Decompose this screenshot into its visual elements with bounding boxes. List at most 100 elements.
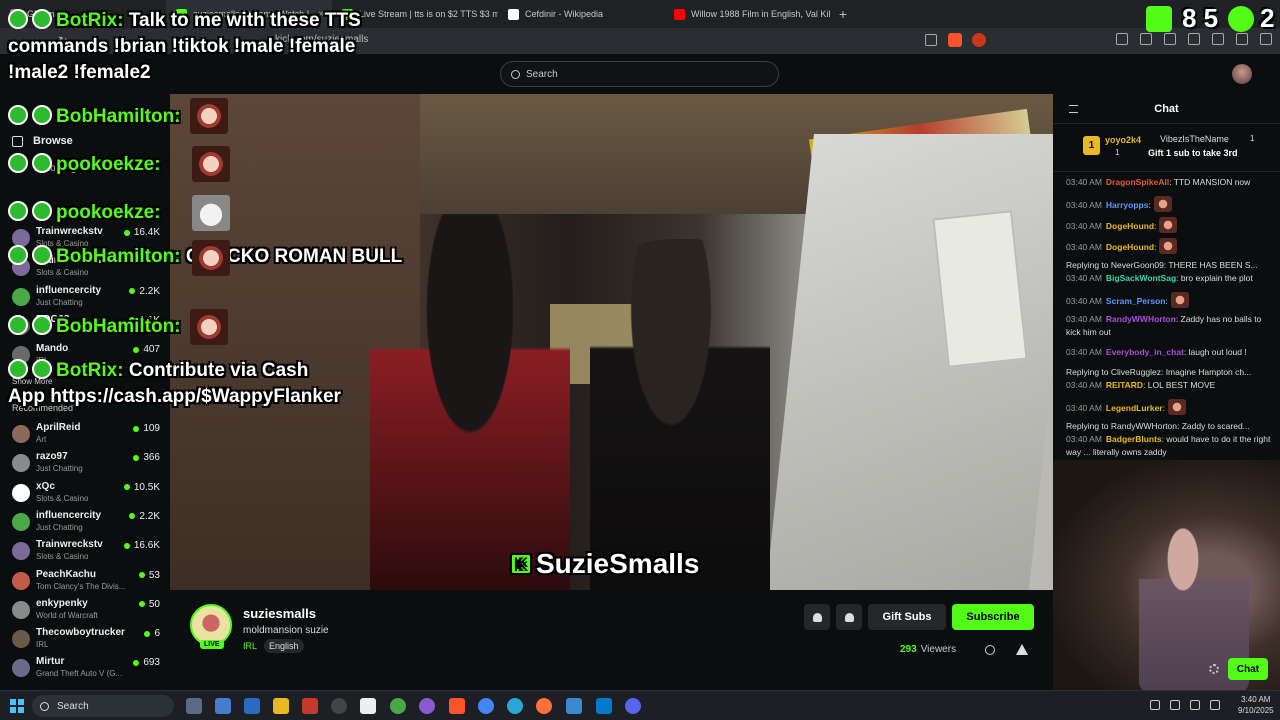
- browser-tab[interactable]: Cefdinir - Wikipedia: [498, 0, 664, 28]
- overlay-username: BotRix:: [56, 10, 124, 31]
- chat-header: Chat: [1053, 94, 1280, 124]
- chat-settings-icon[interactable]: [1209, 664, 1219, 674]
- send-chat-button[interactable]: Chat: [1228, 658, 1268, 680]
- brave-shield-icon[interactable]: [948, 33, 962, 47]
- search-icon: [40, 701, 49, 711]
- taskbar-app-icon[interactable]: [215, 698, 231, 714]
- browser-tab[interactable]: Willow 1988 Film in English, Val Kilme: [664, 0, 830, 28]
- video-player[interactable]: K SuzieSmalls: [170, 94, 1053, 590]
- chat-username[interactable]: DogeHound: [1106, 242, 1154, 252]
- new-tab-button[interactable]: +: [830, 6, 856, 22]
- volume-icon[interactable]: [1210, 700, 1220, 710]
- sidebar-channel[interactable]: razo97 Just Chatting 366: [10, 449, 162, 477]
- overlay-username: BobHamilton:: [56, 316, 181, 337]
- share-icon[interactable]: [985, 645, 995, 655]
- chrome-icon[interactable]: [478, 698, 494, 714]
- taskbar-app-icon[interactable]: [390, 698, 406, 714]
- gift-subs-button[interactable]: Gift Subs: [868, 604, 946, 630]
- chat-timestamp: 03:40 AM: [1066, 314, 1102, 324]
- taskbar-app-icon[interactable]: [302, 698, 318, 714]
- network-icon[interactable]: [1190, 700, 1200, 710]
- sidebar-channel[interactable]: xQc Slots & Casino 10.5K: [10, 479, 162, 507]
- sidebar-icon[interactable]: [1188, 33, 1200, 45]
- follow-button[interactable]: [836, 604, 862, 630]
- stream-category[interactable]: IRL: [243, 641, 257, 651]
- menu-icon[interactable]: [1260, 33, 1272, 45]
- language-tag[interactable]: English: [264, 639, 304, 653]
- user-avatar[interactable]: [1232, 64, 1252, 84]
- channel-name: razo97: [36, 451, 68, 463]
- sidebar-channel[interactable]: enkypenky World of Warcraft 50: [10, 596, 162, 624]
- sidebar-channel[interactable]: Thecowboytrucker IRL 6: [10, 625, 162, 653]
- taskbar-app-icon[interactable]: [419, 698, 435, 714]
- channel-viewer-count: 407: [143, 344, 160, 356]
- chat-username[interactable]: LegendLurker: [1106, 403, 1163, 413]
- channel-viewer-count: 2.2K: [139, 510, 160, 522]
- browse-label: Browse: [33, 135, 73, 147]
- edge-icon[interactable]: [507, 698, 523, 714]
- notification-button[interactable]: [804, 604, 830, 630]
- channel-avatar: [12, 659, 30, 678]
- subscribe-button[interactable]: Subscribe: [952, 604, 1034, 630]
- taskbar-app-icon[interactable]: [244, 698, 260, 714]
- file-explorer-icon[interactable]: [273, 698, 289, 714]
- chat-username[interactable]: Everybody_in_chat: [1106, 347, 1184, 357]
- share-icon[interactable]: [925, 34, 937, 46]
- taskbar-search[interactable]: Search: [32, 695, 174, 717]
- leader-username[interactable]: yoyo2k4: [1105, 135, 1141, 145]
- windows-start-icon[interactable]: [10, 699, 24, 713]
- extension-icon[interactable]: [1116, 33, 1128, 45]
- verified-badge-icon: [8, 153, 28, 173]
- chat-username[interactable]: RandyWWHorton: [1106, 314, 1176, 324]
- sidebar-channel[interactable]: influencercity Just Chatting 2.2K: [10, 508, 162, 536]
- chat-username[interactable]: BigSackWontSag: [1106, 273, 1176, 283]
- channel-category: Slots & Casino: [36, 493, 89, 503]
- sidebar-channel[interactable]: influencercity Just Chatting 2.2K: [10, 283, 162, 311]
- channel-category: Just Chatting: [36, 464, 83, 474]
- stream-title: moldmansion suzie: [243, 625, 329, 636]
- channel-viewers: 2.2K: [129, 286, 160, 297]
- chat-message: 03:40 AM Harryopps:: [1066, 196, 1272, 212]
- overlay-username: pookoekze:: [56, 154, 161, 175]
- leader-username[interactable]: VibezIsTheName: [1160, 134, 1229, 144]
- chat-username[interactable]: Harryopps: [1106, 200, 1149, 210]
- microphone-icon[interactable]: [1170, 700, 1180, 710]
- gift-prompt[interactable]: Gift 1 sub to take 3rd: [1148, 148, 1238, 158]
- taskbar-app-icon[interactable]: [331, 698, 347, 714]
- music-icon[interactable]: [1164, 33, 1176, 45]
- channel-category: Slots & Casino: [36, 552, 89, 562]
- sidebar-item-browse[interactable]: Browse: [12, 135, 73, 147]
- chat-reply-context: Replying to RandyWWHorton: Zaddy to scar…: [1066, 421, 1250, 431]
- sidebar-channel[interactable]: Trainwreckstv Slots & Casino 16.6K: [10, 537, 162, 565]
- report-icon[interactable]: [1016, 644, 1028, 655]
- taskbar-app-icon[interactable]: [566, 698, 582, 714]
- clock[interactable]: 3:40 AM 9/10/2025: [1238, 694, 1274, 716]
- firefox-icon[interactable]: [536, 698, 552, 714]
- sidebar-channel[interactable]: PeachKachu Tom Clancy's The Divis... 53: [10, 567, 162, 595]
- vscode-icon[interactable]: [596, 698, 612, 714]
- taskbar-app-icon[interactable]: [360, 698, 376, 714]
- webcam-overlay: [1053, 460, 1280, 692]
- streamer-name[interactable]: suziesmalls: [243, 606, 316, 621]
- chevron-up-icon[interactable]: [1150, 700, 1160, 710]
- brave-rewards-icon[interactable]: [972, 33, 986, 47]
- search-placeholder: Search: [526, 68, 558, 80]
- vpn-icon[interactable]: [1236, 33, 1248, 45]
- taskbar-app-icon[interactable]: [186, 698, 202, 714]
- kick-logo-icon: [1146, 5, 1172, 32]
- chat-username[interactable]: Scram_Person: [1106, 296, 1166, 306]
- sidebar-channel[interactable]: AprilReid Art 109: [10, 420, 162, 448]
- brave-browser-icon[interactable]: [449, 698, 465, 714]
- moderator-badge-icon: [32, 9, 52, 29]
- discord-icon[interactable]: [625, 698, 641, 714]
- search-input[interactable]: Search: [500, 61, 779, 87]
- sidebar-channel[interactable]: Mirtur Grand Theft Auto V (G... 693: [10, 654, 162, 682]
- chat-username[interactable]: BadgerBlunts: [1106, 434, 1162, 444]
- wallet-icon[interactable]: [1212, 33, 1224, 45]
- chat-username[interactable]: DogeHound: [1106, 221, 1154, 231]
- extension-icon[interactable]: [1140, 33, 1152, 45]
- chat-username[interactable]: REITARD: [1106, 380, 1143, 390]
- viewer-count: 293 Viewers: [900, 644, 956, 655]
- taskbar-search-placeholder: Search: [57, 700, 89, 712]
- chat-username[interactable]: DragonSpikeAll: [1106, 177, 1169, 187]
